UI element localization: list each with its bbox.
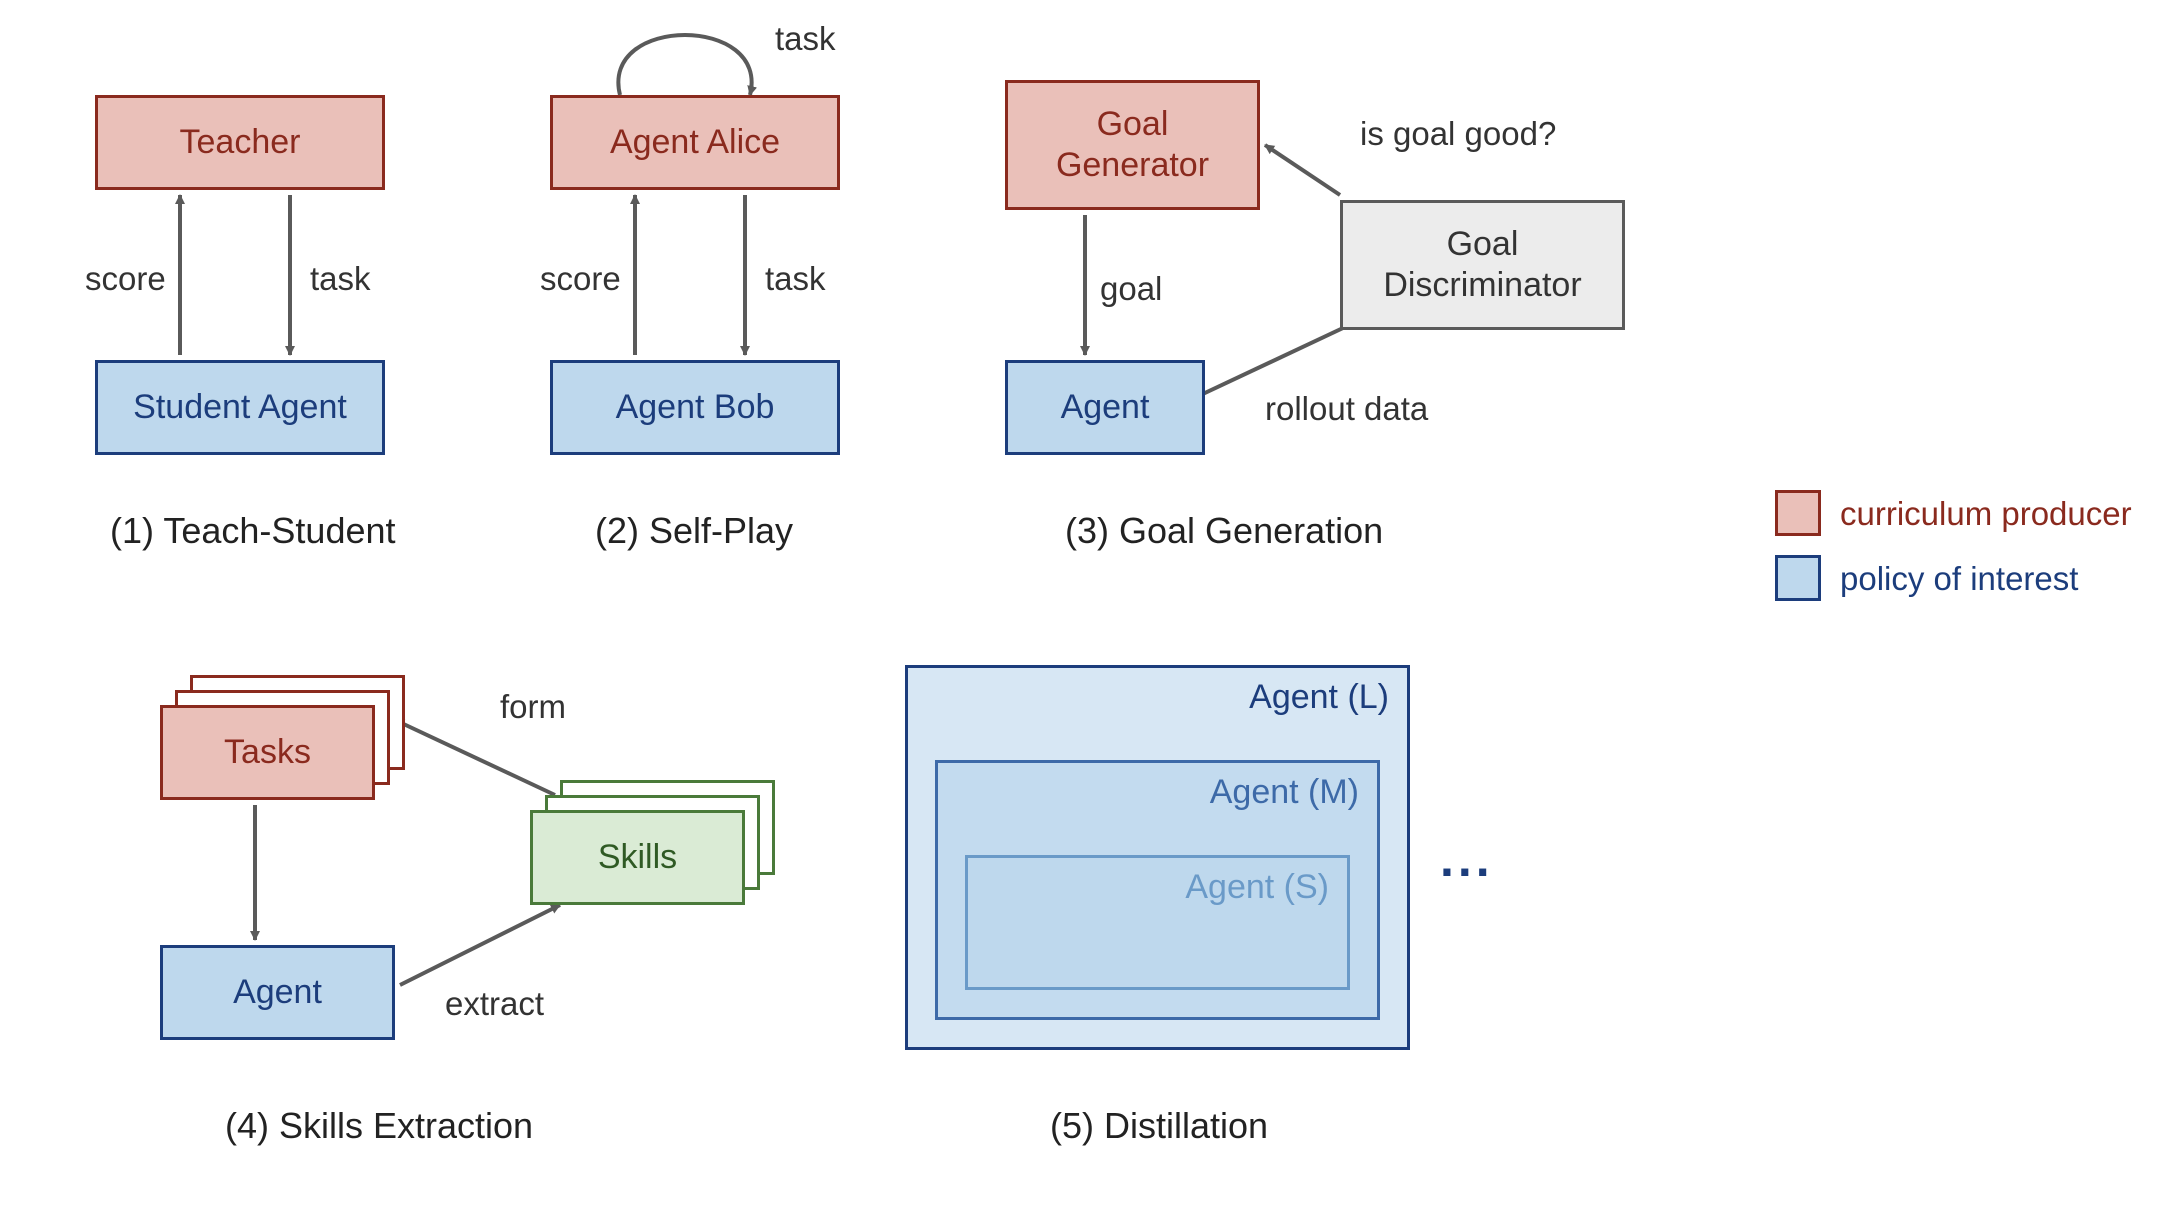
extract-label: extract <box>445 985 544 1023</box>
legend-policy-label: policy of interest <box>1840 560 2078 598</box>
isgood-label: is goal good? <box>1360 115 1556 153</box>
task-label-1: task <box>310 260 371 298</box>
tasks-box: Tasks <box>160 705 375 800</box>
teacher-label: Teacher <box>180 122 301 163</box>
rollout-label: rollout data <box>1265 390 1428 428</box>
selfloop-task-label: task <box>775 20 836 58</box>
caption-4: (4) Skills Extraction <box>225 1105 533 1147</box>
distillation-ellipsis: ... <box>1440 830 1494 888</box>
agent-box-4: Agent <box>160 945 395 1040</box>
goal-generator-label: Goal Generator <box>1056 104 1209 186</box>
agent-S-label: Agent (S) <box>1185 868 1329 907</box>
caption-2: (2) Self-Play <box>595 510 793 552</box>
goal-discriminator-box: Goal Discriminator <box>1340 200 1625 330</box>
alice-box: Agent Alice <box>550 95 840 190</box>
tasks-label: Tasks <box>224 732 311 773</box>
goal-discriminator-label: Goal Discriminator <box>1383 224 1581 306</box>
bob-box: Agent Bob <box>550 360 840 455</box>
goal-label: goal <box>1100 270 1162 308</box>
legend-producer-swatch <box>1775 490 1821 536</box>
agent-L-label: Agent (L) <box>1249 678 1389 717</box>
teacher-box: Teacher <box>95 95 385 190</box>
agent-M-label: Agent (M) <box>1210 773 1359 812</box>
caption-5: (5) Distillation <box>1050 1105 1268 1147</box>
student-box: Student Agent <box>95 360 385 455</box>
agent-label-3: Agent <box>1061 387 1150 428</box>
task-label-2: task <box>765 260 826 298</box>
agent-S-box: Agent (S) <box>965 855 1350 990</box>
skills-box: Skills <box>530 810 745 905</box>
score-label-2: score <box>540 260 621 298</box>
caption-3: (3) Goal Generation <box>1065 510 1383 552</box>
form-label: form <box>500 688 566 726</box>
skills-label: Skills <box>598 837 677 878</box>
score-label-1: score <box>85 260 166 298</box>
bob-label: Agent Bob <box>616 387 775 428</box>
caption-1: (1) Teach-Student <box>110 510 396 552</box>
student-label: Student Agent <box>133 387 347 428</box>
agent-box-3: Agent <box>1005 360 1205 455</box>
alice-label: Agent Alice <box>610 122 780 163</box>
legend-policy-swatch <box>1775 555 1821 601</box>
goal-generator-box: Goal Generator <box>1005 80 1260 210</box>
legend-producer-label: curriculum producer <box>1840 495 2132 533</box>
agent-label-4: Agent <box>233 972 322 1013</box>
